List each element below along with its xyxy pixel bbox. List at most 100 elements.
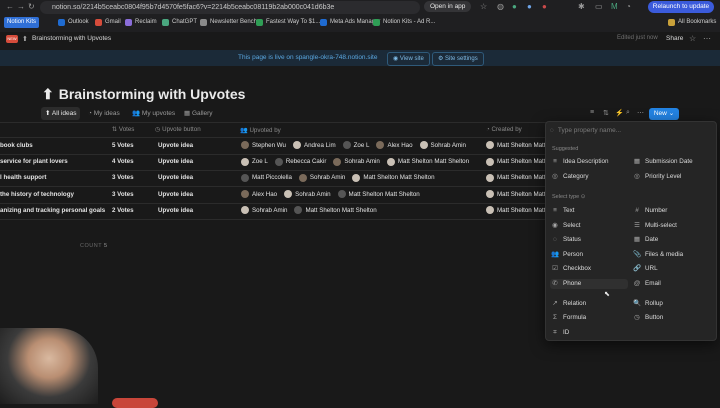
sort-icon[interactable]: ⇅ [603, 109, 609, 117]
view-site-button[interactable]: ◉ View site [387, 52, 430, 66]
filter-icon[interactable]: ≡ [590, 109, 594, 116]
header-upvoted-by[interactable]: 👥 Upvoted by [240, 126, 281, 134]
option-number[interactable]: # Number [632, 206, 710, 216]
option-rollup[interactable]: 🔍 Rollup [632, 299, 710, 309]
option-relation[interactable]: ↗ Relation [550, 299, 628, 309]
option-email[interactable]: @ Email [632, 279, 710, 289]
upvote-button[interactable]: Upvote idea [158, 141, 193, 151]
option-date[interactable]: ▦ Date [632, 235, 710, 245]
row-divider [0, 202, 560, 204]
sidebar-panel-icon[interactable]: ▭ [595, 1, 603, 13]
address-bar[interactable]: notion.so/2214b5ceabc0804f95b7d4570fe5fa… [40, 1, 420, 14]
bookmark-item[interactable]: Reclaim [125, 17, 157, 28]
idea-description-icon: ≡ [553, 158, 557, 165]
rollup-icon: 🔍 [632, 300, 642, 307]
bookmark-item[interactable]: Fastest Way To $1... [256, 17, 320, 28]
bookmark-item[interactable]: Gmail [95, 17, 121, 28]
person-chip: Andrea Lim [292, 141, 336, 150]
suggested-category[interactable]: ◎ Category [550, 172, 628, 182]
edited-status: Edited just now [617, 35, 658, 41]
bookmark-item[interactable]: Notion Kits - Ad R... [373, 17, 435, 28]
option-multi-select[interactable]: ☰ Multi-select [632, 221, 710, 231]
site-settings-button[interactable]: ⚙ Site settings [432, 52, 484, 66]
option-checkbox[interactable]: ☑ Checkbox [550, 264, 628, 274]
recording-button[interactable] [112, 398, 158, 408]
avatar [486, 173, 494, 182]
relaunch-button[interactable]: Relaunch to update [648, 1, 714, 13]
person-chip: Matt Piccolella [241, 173, 292, 182]
reload-icon[interactable]: ↻ [28, 1, 35, 13]
header-bottom-border [0, 137, 560, 138]
page-title: ⬆ Brainstorming with Upvotes [42, 86, 246, 102]
view-settings-icon[interactable]: ⋯ [637, 109, 644, 117]
header-created-by[interactable]: ◔ Created by [486, 126, 522, 133]
profile-avatar[interactable]: M [611, 1, 618, 13]
header-upvote-button[interactable]: ◷ Upvote button [155, 126, 201, 133]
tab-my-ideas[interactable]: ◔ My ideas [84, 107, 124, 120]
option-files-media[interactable]: 📎 Files & media [632, 250, 710, 260]
avatar [241, 189, 249, 198]
share-button[interactable]: Share [666, 35, 683, 42]
tab-gallery[interactable]: ▦ Gallery [180, 107, 217, 120]
bookmark-item[interactable]: Newsletter Bench... [200, 17, 262, 28]
back-arrow-icon[interactable]: ← [6, 1, 14, 13]
profile-icon[interactable]: ◔ [626, 1, 631, 13]
suggested-priority-level[interactable]: ◎ Priority Level [632, 172, 710, 182]
tab-all-ideas[interactable]: ⬆ All ideas [41, 107, 81, 120]
option-formula[interactable]: Σ Formula [550, 313, 628, 323]
forward-arrow-icon[interactable]: → [17, 1, 25, 13]
option-button[interactable]: ◷ Button [632, 313, 710, 323]
extension-red-icon[interactable]: ● [542, 1, 547, 13]
help-icon[interactable]: ⊙ [581, 194, 586, 200]
avatar [241, 206, 249, 215]
option-text[interactable]: ≡ Text [550, 206, 628, 216]
breadcrumb[interactable]: Brainstorming with Upvotes [32, 35, 111, 42]
bookmark-item[interactable]: Meta Ads Manager [320, 17, 380, 28]
avatar [284, 189, 293, 198]
lightning-icon[interactable]: ⚡ [615, 109, 624, 117]
bookmark-favicon-icon [58, 19, 65, 26]
avatar [352, 173, 361, 182]
bookmark-item[interactable]: Notion Kits [4, 17, 40, 28]
relation-icon: ↗ [552, 300, 558, 307]
extension-blue-icon[interactable]: ● [527, 1, 532, 13]
suggested-idea-description[interactable]: ≡ Idea Description [550, 157, 628, 167]
option-url[interactable]: 🔗 URL [632, 264, 710, 274]
more-options-icon[interactable]: ⋯ [703, 34, 711, 43]
arrow-up-icon: ⬆ [42, 86, 54, 102]
extensions-puzzle-icon[interactable]: ✱ [578, 1, 585, 13]
suggested-submission-date[interactable]: ▦ Submission Date [632, 157, 710, 167]
bookmark-star-icon[interactable]: ☆ [480, 1, 487, 13]
person-chip: Sohrab Amin [284, 189, 331, 198]
upvote-button[interactable]: Upvote idea [158, 157, 193, 167]
idea-name: the history of technology [0, 190, 74, 198]
person-chip: Sohrab Amin [419, 141, 466, 150]
files-media-icon: 📎 [632, 251, 642, 258]
bookmark-item[interactable]: ChatGPT [162, 17, 197, 28]
all-bookmarks[interactable]: All Bookmarks [668, 17, 716, 28]
option-phone[interactable]: ✆ Phone [550, 279, 628, 289]
new-button[interactable]: New ⌄ [649, 108, 679, 120]
live-site-text: This page is live on spangle-okra-748.no… [238, 54, 378, 61]
option-person[interactable]: 👥 Person [550, 250, 628, 260]
extension-green-icon[interactable]: ● [512, 1, 517, 13]
option-select[interactable]: ◉ Select [550, 221, 628, 231]
property-search-input[interactable]: ◌ Type property name... [550, 125, 710, 137]
person-chip: Matt Shelton Matt Shelton [386, 157, 469, 166]
extension-icon[interactable]: ◍ [497, 1, 504, 13]
open-in-app-button[interactable]: Open in app [424, 1, 472, 12]
upvote-button[interactable]: Upvote idea [158, 190, 193, 200]
option-status[interactable]: ◌ Status [550, 235, 628, 245]
bookmark-item[interactable]: Outlook [58, 17, 89, 28]
favorite-star-icon[interactable]: ☆ [689, 34, 696, 43]
header-votes[interactable]: ⇅ Votes [112, 126, 134, 133]
tab-my-upvotes[interactable]: 👥 My upvotes [128, 107, 179, 120]
avatar [376, 141, 385, 150]
upvoted-by-cell: Alex Hao Sohrab Amin Matt Shelton Matt She… [241, 189, 427, 200]
upvote-button[interactable]: Upvote idea [158, 206, 193, 216]
upvote-button[interactable]: Upvote idea [158, 173, 193, 183]
option-id[interactable]: ⌗ ID [550, 328, 628, 338]
avatar [486, 141, 494, 150]
workspace-badge[interactable]: NEW [6, 35, 18, 43]
search-icon[interactable]: ⌕ [626, 109, 630, 117]
